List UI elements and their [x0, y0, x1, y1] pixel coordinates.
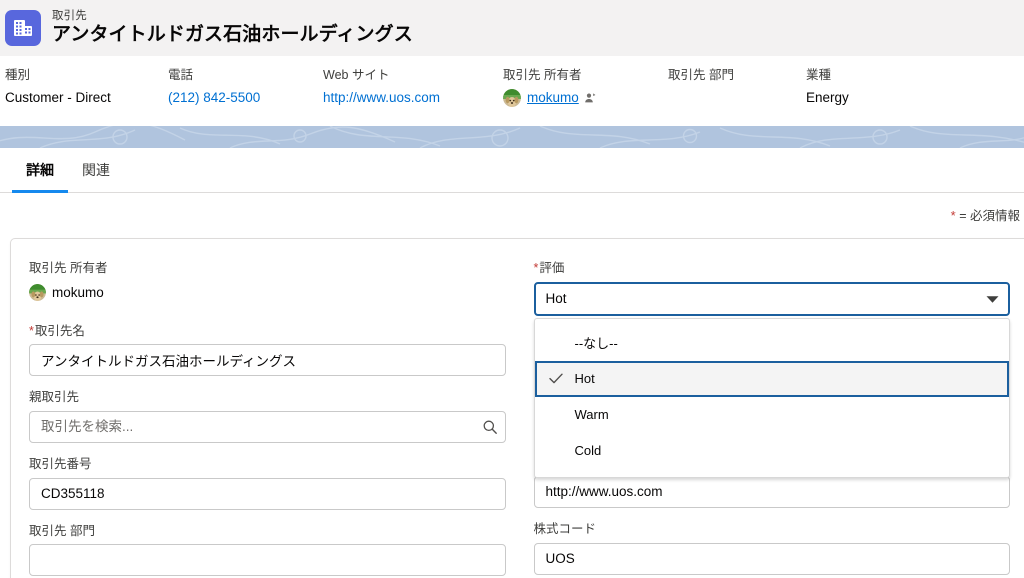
field-parent-account: 親取引先: [29, 390, 506, 443]
form-column-left: 取引先 所有者 mokumo *取引先名 アンタイトルドガス石油ホールディングス…: [29, 261, 506, 578]
account-building-icon: [5, 10, 41, 46]
dropdown-option-none[interactable]: --なし--: [535, 325, 1010, 361]
highlight-type: 種別 Customer - Direct: [0, 68, 168, 107]
highlight-label-site: 取引先 部門: [668, 68, 734, 82]
dropdown-option-hot[interactable]: Hot: [534, 360, 1009, 397]
required-legend: * = 必須情報: [0, 193, 1024, 232]
website-input[interactable]: [533, 475, 1010, 508]
highlight-label-industry: 業種: [806, 68, 832, 82]
record-title-group: 取引先 アンタイトルドガス石油ホールディングス: [52, 10, 413, 46]
label-rating: *評価: [533, 261, 565, 275]
tab-details-label: 詳細: [26, 162, 54, 178]
check-icon: [548, 373, 575, 384]
label-account-owner: 取引先 所有者: [29, 261, 108, 275]
avatar: [29, 284, 46, 302]
search-icon[interactable]: [475, 412, 505, 442]
rating-selected-value: Hot: [545, 291, 567, 307]
account-owner-name: mokumo: [52, 285, 104, 301]
label-account-name: *取引先名: [29, 323, 85, 338]
highlight-phone: 電話 (212) 842-5500: [168, 68, 323, 107]
record-header: 取引先 アンタイトルドガス石油ホールディングス: [0, 0, 1024, 56]
account-name-input[interactable]: [29, 344, 506, 377]
field-ticker-symbol: 株式コード: [533, 521, 1010, 575]
highlight-label-type: 種別: [5, 68, 31, 82]
account-site-input[interactable]: [29, 544, 506, 577]
rating-dropdown-list: --なし-- Hot Warm Cold: [533, 317, 1010, 478]
ticker-symbol-input[interactable]: [533, 542, 1010, 575]
field-account-site: 取引先 部門: [29, 524, 506, 577]
parent-account-input[interactable]: [29, 410, 506, 443]
value-account-owner: mokumo: [29, 282, 506, 304]
account-number-input[interactable]: [29, 477, 506, 510]
highlight-label-owner: 取引先 所有者: [503, 68, 582, 82]
highlight-owner: 取引先 所有者 mokumo: [503, 68, 668, 107]
field-account-name: *取引先名: [29, 324, 506, 377]
highlight-website: Web サイト http://www.uos.com: [323, 68, 503, 107]
highlight-value-industry: Energy: [806, 90, 849, 105]
website-link[interactable]: http://www.uos.com: [323, 89, 440, 107]
tab-details[interactable]: 詳細: [12, 148, 68, 193]
highlight-value-type: Customer - Direct: [5, 90, 111, 105]
details-form-grid: 取引先 所有者 mokumo *取引先名 アンタイトルドガス石油ホールディングス…: [11, 239, 1024, 578]
record-tabs: 詳細 関連: [0, 148, 1024, 193]
label-account-site: 取引先 部門: [29, 523, 95, 538]
highlight-label-website: Web サイト: [323, 68, 390, 82]
change-owner-icon[interactable]: [584, 92, 596, 104]
dropdown-option-warm[interactable]: Warm: [535, 397, 1010, 433]
tab-related-label: 関連: [82, 162, 110, 178]
page-title: アンタイトルドガス石油ホールディングス: [52, 23, 413, 45]
owner-link[interactable]: mokumo: [527, 89, 579, 107]
required-star: *: [950, 208, 956, 223]
label-account-number: 取引先番号: [29, 456, 92, 471]
required-indicator: *: [29, 323, 34, 338]
field-rating: *評価 Hot --なし-- Hot Warm Cold: [533, 261, 1010, 478]
dropdown-option-cold[interactable]: Cold: [535, 433, 1010, 469]
details-form-card: 取引先 所有者 mokumo *取引先名 アンタイトルドガス石油ホールディングス…: [10, 238, 1024, 578]
tab-related[interactable]: 関連: [68, 148, 124, 192]
decorative-banner: [0, 126, 1024, 148]
chevron-down-icon: [986, 291, 999, 306]
label-ticker-symbol: 株式コード: [533, 521, 597, 536]
required-legend-text: = 必須情報: [959, 209, 1020, 223]
field-account-owner: 取引先 所有者 mokumo: [29, 261, 506, 304]
field-account-number: 取引先番号: [29, 457, 506, 510]
account-detail-page: 取引先 アンタイトルドガス石油ホールディングス 種別 Customer - Di…: [0, 0, 1024, 578]
required-indicator: *: [533, 261, 539, 275]
highlight-site: 取引先 部門: [668, 68, 806, 89]
form-column-right: *評価 Hot --なし-- Hot Warm Cold http://www.…: [533, 261, 1010, 578]
object-type-label: 取引先: [52, 10, 87, 23]
phone-link[interactable]: (212) 842-5500: [168, 89, 260, 107]
rating-combobox[interactable]: Hot: [533, 281, 1010, 316]
rating-combobox-wrapper: Hot --なし-- Hot Warm Cold: [533, 281, 1010, 478]
highlight-label-phone: 電話: [168, 68, 194, 82]
highlight-industry: 業種 Energy: [806, 68, 926, 107]
avatar: [503, 89, 521, 107]
label-parent-account: 親取引先: [29, 390, 80, 405]
field-website: [533, 475, 1010, 508]
highlights-panel: 種別 Customer - Direct 電話 (212) 842-5500 W…: [0, 56, 1024, 126]
